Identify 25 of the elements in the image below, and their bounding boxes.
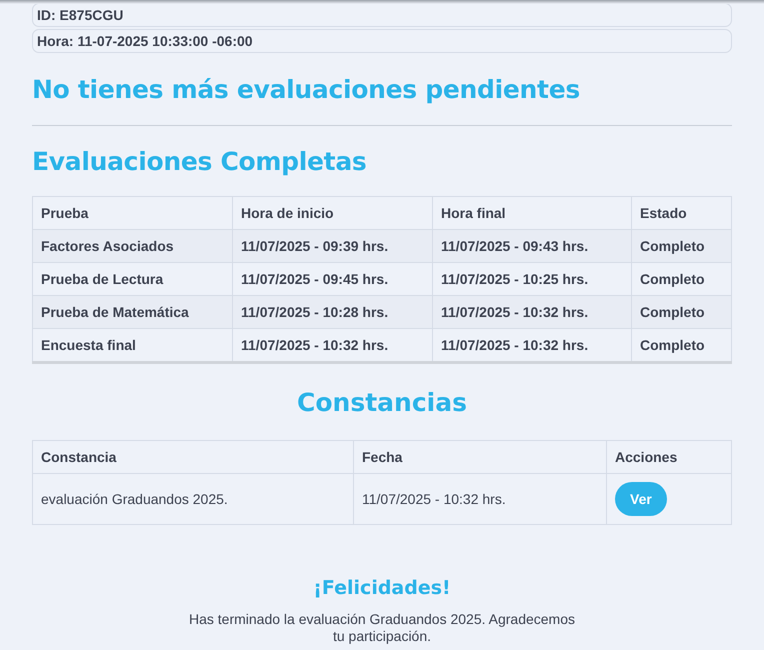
table-cell: Factores Asociados — [32, 230, 232, 262]
congrats-message: Has terminado la evaluación Graduandos 2025. Agradecemos tu participación. — [188, 611, 576, 645]
table-cell: Encuesta final — [32, 328, 232, 362]
table-cell: evaluación Graduandos 2025. — [32, 474, 354, 524]
table-cell: 11/07/2025 - 09:43 hrs. — [432, 230, 632, 262]
table-cell: 11/07/2025 - 10:28 hrs. — [232, 296, 432, 328]
view-button[interactable]: Ver — [615, 482, 667, 516]
section-heading: Evaluaciones Completas — [32, 147, 366, 176]
column-header: Acciones — [606, 440, 732, 474]
info-field: ID: E875CGU — [32, 3, 732, 27]
column-header: Hora final — [432, 196, 632, 230]
column-header: Constancia — [32, 440, 354, 474]
table-cell: Completo — [632, 230, 732, 262]
column-header: Prueba — [32, 196, 232, 230]
column-header: Hora de inicio — [232, 196, 432, 230]
table-cell: 11/07/2025 - 10:32 hrs. — [354, 474, 606, 524]
column-header: Fecha — [354, 440, 606, 474]
table-cell: Completo — [632, 296, 732, 328]
section-heading: Constancias — [297, 388, 467, 417]
heading: No tienes más evaluaciones pendientes — [32, 75, 580, 104]
table-cell: 11/07/2025 - 10:32 hrs. — [432, 296, 632, 328]
table-cell: 11/07/2025 - 09:39 hrs. — [232, 230, 432, 262]
info-field: Hora: 11-07-2025 10:33:00 -06:00 — [32, 29, 732, 53]
congrats-title: ¡Felicidades! — [313, 577, 451, 599]
table-cell: Prueba de Matemática — [32, 296, 232, 328]
